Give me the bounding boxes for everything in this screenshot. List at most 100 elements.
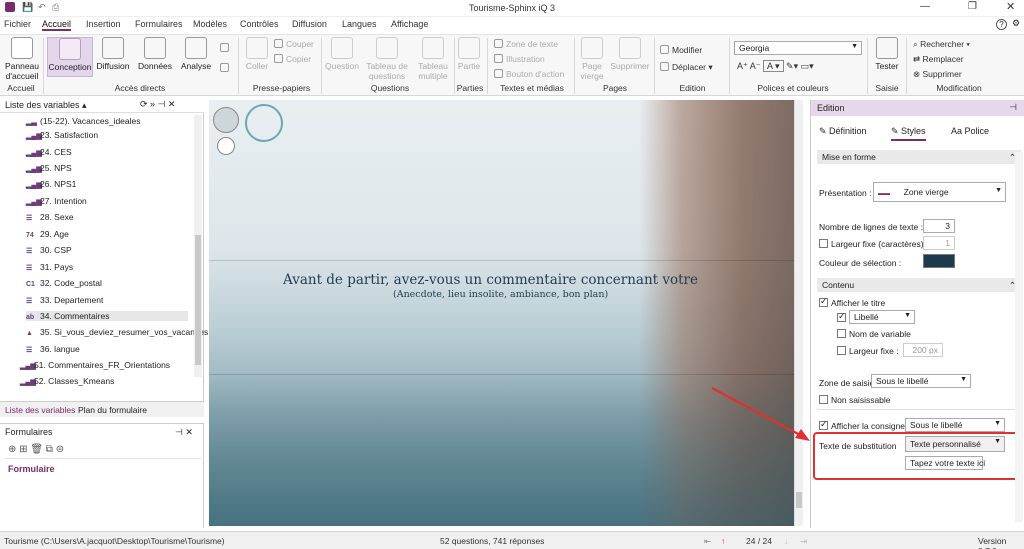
panel-tools-icons[interactable]: ⟳ » ⊣ ✕	[140, 99, 175, 110]
maximize-icon[interactable]: ❐	[968, 1, 977, 12]
form-item[interactable]: Formulaire	[8, 464, 55, 474]
libelle-checkbox[interactable]	[837, 311, 846, 322]
menu-insertion[interactable]: Insertion	[86, 19, 121, 29]
tab-liste-variables[interactable]: Liste des variables	[5, 405, 75, 415]
donnees-button[interactable]: Données	[138, 37, 172, 71]
afficher-consigne-checkbox[interactable]	[819, 419, 828, 430]
nom-variable-row[interactable]: Nom de variable	[837, 329, 911, 339]
extra-icon-1[interactable]	[220, 43, 232, 53]
section-mise-en-forme[interactable]: Mise en forme ⌃	[817, 150, 1021, 164]
analyse-button[interactable]: Analyse	[180, 37, 212, 71]
substitution-text-input[interactable]: Tapez votre texte ici	[905, 456, 985, 470]
couper-button[interactable]: Couper	[274, 39, 314, 49]
help-icon[interactable]: ?	[996, 19, 1007, 30]
variable-item[interactable]: ☰ 33. Departement	[26, 295, 103, 305]
form-canvas[interactable]: Avant de partir, avez-vous un commentair…	[209, 100, 803, 526]
largeur-fixe-input[interactable]: 1	[923, 236, 955, 250]
variable-item[interactable]: C1 32. Code_postal	[26, 278, 102, 288]
menu-affichage[interactable]: Affichage	[391, 19, 428, 29]
conception-button[interactable]: Conception	[47, 37, 93, 77]
variable-item[interactable]: ☰ 30. CSP	[26, 245, 72, 255]
zone-saisie-select[interactable]: Sous le libellé ▼	[871, 374, 971, 388]
supprimer-button[interactable]: ⊗ Supprimer	[913, 69, 962, 80]
variable-item[interactable]: ▂▄▆26. NPS1	[26, 179, 76, 189]
menu-diffusion[interactable]: Diffusion	[292, 19, 327, 29]
variable-item[interactable]: ▂▄▆51. Commentaires_FR_Orientations	[20, 360, 170, 370]
nav-prev-icon[interactable]: ↑	[721, 536, 725, 546]
rechercher-button[interactable]: ⌕ Rechercher ▾	[913, 39, 970, 50]
non-saisissable-row[interactable]: Non saisissable	[819, 395, 891, 405]
menu-langues[interactable]: Langues	[342, 19, 377, 29]
deplacer-button[interactable]: Déplacer ▾	[660, 62, 713, 73]
panneau-accueil-button[interactable]: Panneau d'accueil	[4, 37, 40, 81]
nav-next-icon[interactable]: ↓	[784, 536, 788, 546]
font-family-select[interactable]: Georgia ▼	[734, 41, 862, 55]
menu-accueil[interactable]: Accueil	[42, 19, 72, 31]
panel-close-icon[interactable]: ⊣ ✕	[175, 427, 193, 438]
tester-button[interactable]: Tester	[872, 37, 902, 71]
hierarchy-icon[interactable]	[220, 63, 232, 73]
variable-item[interactable]: ▂▄▆24. CES	[26, 147, 72, 157]
nav-first-icon[interactable]: ⇤	[704, 536, 711, 547]
couleur-selection-swatch[interactable]	[923, 254, 955, 268]
afficher-titre-checkbox[interactable]	[819, 296, 828, 307]
close-icon[interactable]: ✕	[1006, 0, 1015, 13]
question-title[interactable]: Avant de partir, avez-vous un commentair…	[283, 272, 703, 288]
variable-item[interactable]: ▂▄▆23. Satisfaction	[26, 130, 98, 140]
menu-controles[interactable]: Contrôles	[240, 19, 279, 29]
supprimer-page-button[interactable]: Supprimer	[610, 37, 650, 71]
settings-icon[interactable]: ⚙	[1012, 18, 1020, 29]
zone-texte-button[interactable]: Zone de texte	[494, 39, 558, 49]
variable-item[interactable]: ▂▄▆27. Intention	[26, 196, 87, 206]
menu-formulaires[interactable]: Formulaires	[135, 19, 183, 29]
tab-police[interactable]: Aa Police	[951, 126, 989, 136]
tableau-questions-button[interactable]: Tableau de questions	[362, 37, 412, 81]
variable-item[interactable]: ▲ 35. Si_vous_deviez_resumer_vos_vacances	[26, 327, 208, 337]
section-contenu[interactable]: Contenu ⌃	[817, 278, 1021, 292]
largeur-fixe-px-checkbox[interactable]	[837, 346, 846, 355]
question-instruction[interactable]: (Anecdote, lieu insolite, ambiance, bon …	[393, 289, 608, 300]
variable-item[interactable]: 74 29. Age	[26, 229, 69, 239]
canvas-scrollbar[interactable]	[794, 100, 803, 526]
desktop-view-icon[interactable]	[213, 107, 239, 133]
nav-last-icon[interactable]: ⇥	[800, 536, 807, 547]
consigne-select[interactable]: Sous le libellé ▼	[905, 418, 1005, 432]
question-button[interactable]: Question	[324, 37, 360, 71]
afficher-titre-row[interactable]: Afficher le titre	[819, 296, 885, 308]
edition-scrollbar[interactable]	[1015, 152, 1023, 522]
largeur-fixe-px-row[interactable]: Largeur fixe :	[837, 346, 899, 356]
variable-item[interactable]: ▂▄▆52. Classes_Kmeans	[20, 376, 114, 386]
coller-button[interactable]: Coller	[244, 37, 270, 71]
non-saisissable-checkbox[interactable]	[819, 395, 828, 404]
libelle-select[interactable]: Libellé ▼	[849, 310, 915, 324]
variable-item[interactable]: ab 34. Commentaires	[26, 311, 188, 321]
bouton-action-button[interactable]: Bouton d'action	[494, 69, 564, 79]
nom-variable-checkbox[interactable]	[837, 329, 846, 338]
variable-item[interactable]: ▂▃ (15-22). Vacances_ideales	[26, 116, 141, 126]
tableau-multiple-button[interactable]: Tableau multiple	[414, 37, 452, 81]
remplacer-button[interactable]: ⇄ Remplacer	[913, 54, 964, 65]
modifier-button[interactable]: Modifier	[660, 45, 702, 55]
presentation-select[interactable]: ▬▬ Zone vierge ▼	[873, 182, 1006, 202]
menu-fichier[interactable]: Fichier	[4, 19, 31, 29]
menu-modeles[interactable]: Modèles	[193, 19, 227, 29]
variable-item[interactable]: ▂▄▆25. NPS	[26, 163, 72, 173]
tab-definition[interactable]: ✎ Définition	[819, 126, 867, 137]
illustration-button[interactable]: Illustration	[494, 54, 545, 64]
variable-item[interactable]: ☰ 31. Pays	[26, 262, 73, 272]
largeur-fixe-row[interactable]: Largeur fixe (caractères)	[819, 239, 924, 249]
largeur-fixe-px-input[interactable]: 200 px	[903, 343, 943, 357]
libelle-row[interactable]	[837, 311, 849, 323]
largeur-fixe-checkbox[interactable]	[819, 239, 828, 248]
copier-button[interactable]: Copier	[274, 54, 311, 64]
lines-count-input[interactable]: 3	[923, 219, 955, 233]
mobile-view-icon[interactable]	[217, 137, 235, 155]
substitution-select[interactable]: Texte personnalisé ▼	[905, 436, 1005, 452]
tab-plan-formulaire[interactable]: Plan du formulaire	[78, 405, 147, 415]
page-vierge-button[interactable]: Page vierge	[578, 37, 606, 81]
pin-icon[interactable]: ⊣	[1009, 102, 1017, 113]
diffusion-button[interactable]: Diffusion	[96, 37, 130, 71]
variables-scrollbar[interactable]	[194, 115, 202, 377]
minimize-icon[interactable]: —	[920, 1, 930, 12]
tab-styles[interactable]: ✎ Styles	[891, 126, 926, 141]
